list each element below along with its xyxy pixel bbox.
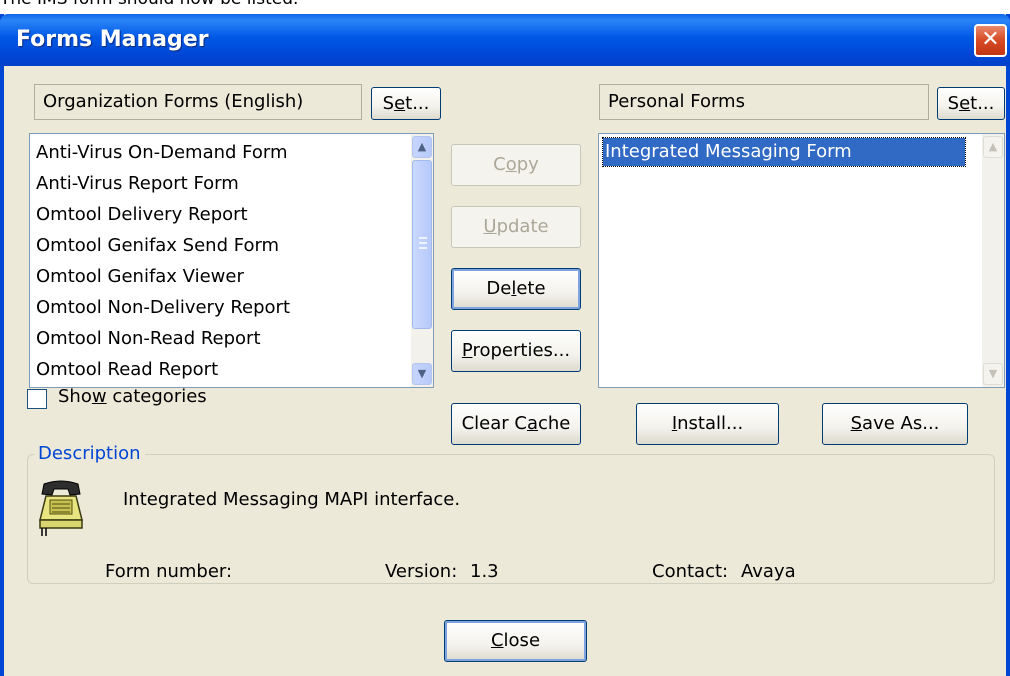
organization-forms-list[interactable]: Anti-Virus On-Demand Form Anti-Virus Rep… — [29, 133, 434, 388]
title-bar[interactable]: Forms Manager ✕ — [0, 14, 1010, 66]
show-categories-label-accel: w — [91, 386, 107, 407]
chevron-up-icon: ▲ — [417, 140, 427, 153]
install-button[interactable]: Install... — [636, 403, 779, 445]
personal-set-label-pre: S — [947, 93, 960, 114]
update-button[interactable]: Update — [451, 206, 581, 248]
clear-cache-label-pre: Clear C — [461, 413, 527, 434]
show-categories-checkbox[interactable] — [27, 389, 47, 409]
form-number-label: Form number: — [105, 561, 233, 582]
scroll-up-button[interactable]: ▲ — [983, 136, 1003, 158]
window-title: Forms Manager — [16, 27, 209, 52]
grip-line — [419, 247, 427, 249]
personal-set-button[interactable]: Set... — [937, 87, 1005, 120]
close-window-button[interactable]: ✕ — [974, 24, 1007, 57]
clear-cache-label-post: che — [538, 413, 571, 434]
update-label-accel: U — [483, 216, 497, 237]
properties-label-post: roperties... — [472, 340, 571, 361]
organization-forms-label: Organization Forms (English) — [34, 84, 362, 120]
telephone-icon — [38, 480, 84, 538]
delete-label-pre: De — [486, 278, 512, 299]
org-set-label-pre: S — [382, 93, 395, 114]
list-item-selected[interactable]: Integrated Messaging Form — [605, 137, 852, 167]
list-item[interactable]: Omtool Genifax Send Form — [36, 231, 279, 261]
org-set-label-accel: e — [394, 93, 406, 114]
clear-cache-label-accel: a — [526, 413, 538, 434]
list-item[interactable]: Omtool Non-Delivery Report — [36, 293, 290, 323]
properties-button[interactable]: Properties... — [451, 330, 581, 372]
list-item[interactable]: Omtool Non-Read Report — [36, 324, 261, 354]
install-label-post: nstall... — [677, 413, 744, 434]
chevron-down-icon: ▼ — [988, 367, 998, 380]
show-categories-label-post: categories — [106, 386, 207, 407]
contact-label: Contact: — [652, 561, 729, 582]
personal-set-label-post: t... — [970, 93, 995, 114]
chevron-down-icon: ▼ — [417, 367, 427, 380]
list-item[interactable]: Anti-Virus Report Form — [36, 169, 239, 199]
scroll-up-button[interactable]: ▲ — [412, 136, 432, 158]
personal-forms-list[interactable]: Integrated Messaging Form ▲ ▼ — [598, 133, 1005, 388]
copy-label-pre: C — [493, 154, 506, 175]
org-set-label-post: t... — [405, 93, 430, 114]
delete-button[interactable]: Delete — [451, 268, 581, 310]
copy-button[interactable]: Copy — [451, 144, 581, 186]
description-legend: Description — [34, 443, 145, 464]
close-icon: ✕ — [981, 27, 1000, 52]
scroll-down-button[interactable]: ▼ — [412, 363, 432, 385]
personal-set-label-accel: e — [959, 93, 971, 114]
close-label-post: lose — [503, 630, 541, 651]
list-item[interactable]: Omtool Delivery Report — [36, 200, 248, 230]
list-item[interactable]: Omtool Read Report — [36, 355, 218, 385]
scroll-thumb[interactable] — [412, 160, 432, 329]
list-item[interactable]: Anti-Virus On-Demand Form — [36, 138, 288, 168]
caption-text: The IMS form should now be listed. — [0, 0, 298, 9]
scroll-down-button[interactable]: ▼ — [983, 363, 1003, 385]
org-set-button[interactable]: Set... — [371, 87, 441, 120]
list-item[interactable]: Omtool Genifax Viewer — [36, 262, 244, 292]
close-button[interactable]: Close — [444, 620, 587, 662]
show-categories-label[interactable]: Show categories — [58, 386, 207, 407]
delete-label-post: ete — [516, 278, 546, 299]
version-label: Version: — [385, 561, 458, 582]
org-list-scrollbar[interactable]: ▲ ▼ — [411, 134, 433, 387]
personal-forms-label-text: Personal Forms — [608, 91, 745, 112]
copy-label-accel: o — [505, 154, 517, 175]
copy-label-post: py — [516, 154, 539, 175]
save-as-label-accel: S — [850, 413, 863, 434]
update-label-post: pdate — [496, 216, 549, 237]
organization-forms-label-text: Organization Forms (English) — [43, 91, 304, 112]
version-value: 1.3 — [470, 561, 499, 582]
clear-cache-button[interactable]: Clear Cache — [451, 403, 581, 445]
save-as-label-post: ave As... — [862, 413, 940, 434]
description-text: Integrated Messaging MAPI interface. — [123, 489, 461, 510]
properties-label-accel: P — [461, 340, 473, 361]
personal-forms-label: Personal Forms — [599, 84, 929, 120]
close-label-accel: C — [490, 630, 504, 651]
save-as-button[interactable]: Save As... — [822, 403, 968, 445]
show-categories-label-pre: Sho — [58, 386, 92, 407]
personal-list-scrollbar[interactable]: ▲ ▼ — [982, 134, 1004, 387]
contact-value: Avaya — [741, 561, 796, 582]
grip-line — [419, 242, 427, 244]
grip-line — [419, 237, 427, 239]
chevron-up-icon: ▲ — [988, 140, 998, 153]
